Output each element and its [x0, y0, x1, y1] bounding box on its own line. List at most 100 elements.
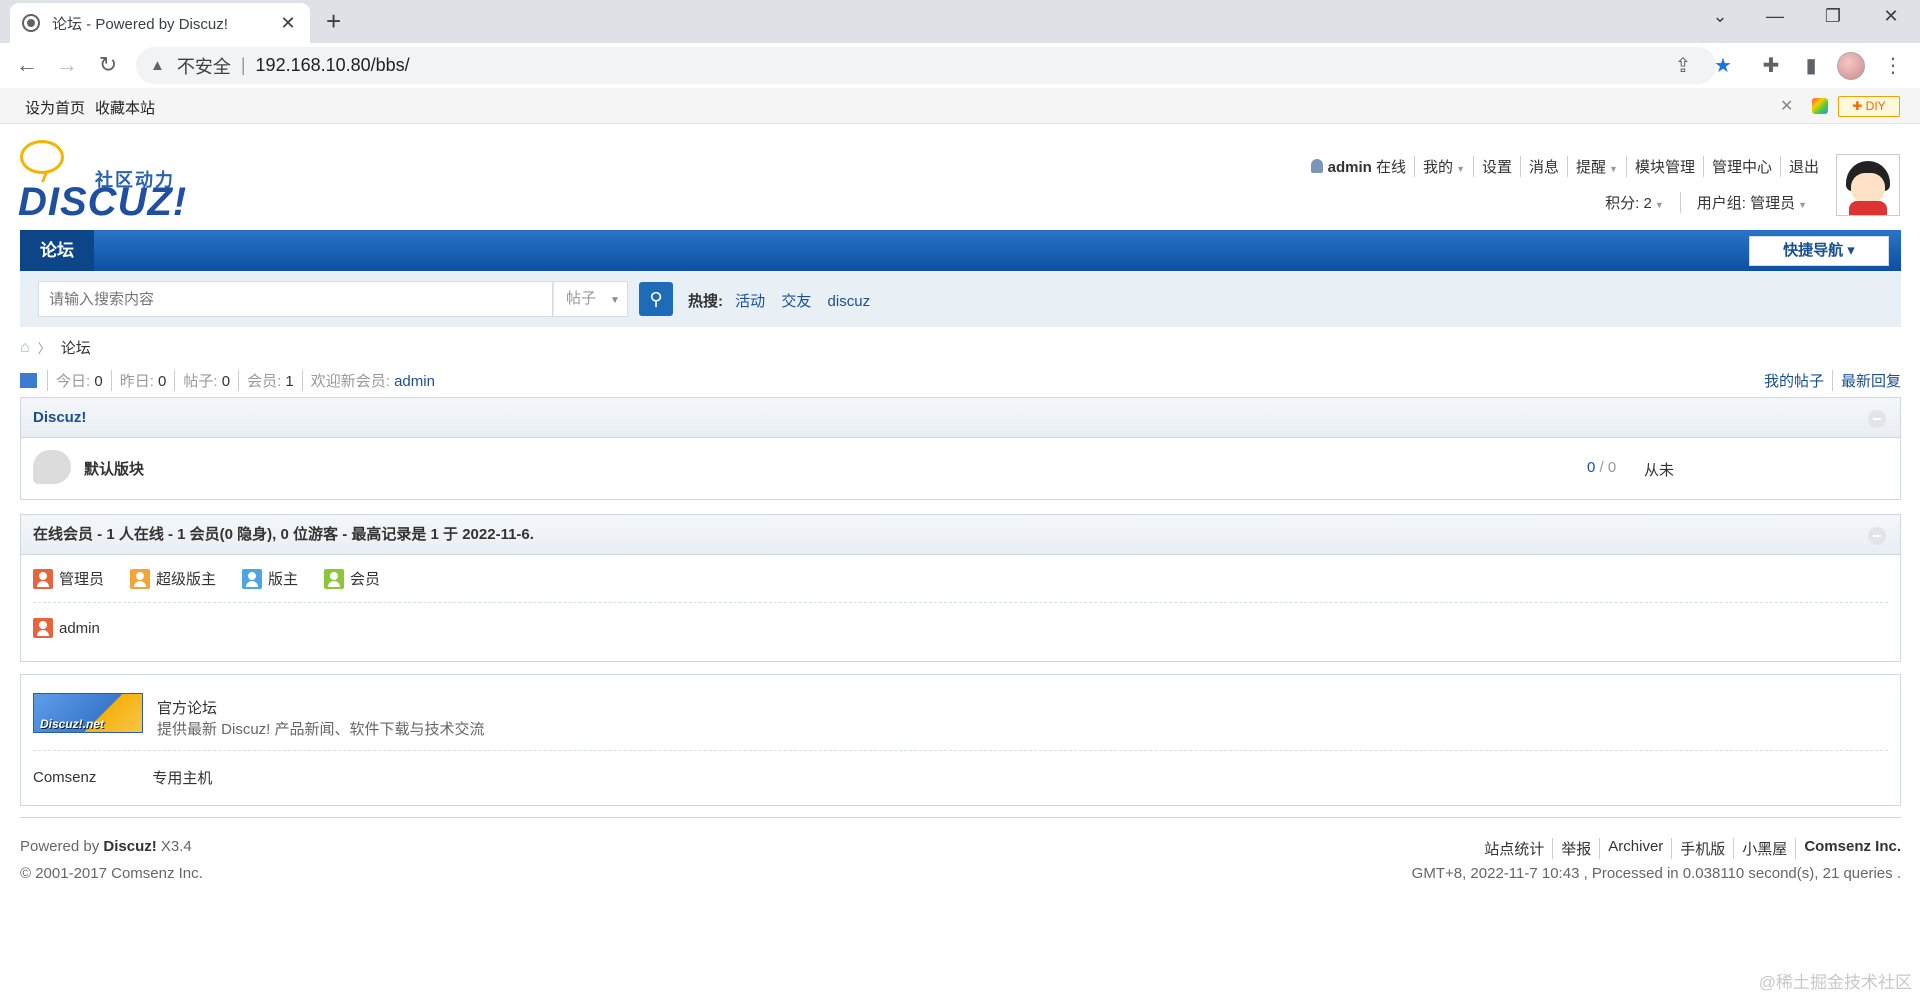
- runtime-info: GMT+8, 2022-11-7 10:43 , Processed in 0.…: [1411, 865, 1901, 882]
- hot-search-item[interactable]: 交友: [781, 293, 811, 310]
- online-title[interactable]: 在线会员 - 1 人在线 - 1 会员(0 隐身), 0 位游客 - 最高记录是…: [33, 526, 534, 543]
- forum-stats: 今日: 0 昨日: 0 帖子: 0 会员: 1 欢迎新会员: admin: [20, 370, 443, 391]
- avatar[interactable]: [1836, 154, 1900, 216]
- close-window-icon[interactable]: ✕: [1871, 6, 1911, 27]
- forum-row: 默认版块 0 / 0 从未: [21, 438, 1900, 498]
- nav-item-forum[interactable]: 论坛: [20, 230, 94, 271]
- back-icon[interactable]: ←: [12, 52, 42, 78]
- online-user-link[interactable]: admin: [59, 620, 100, 637]
- my-menu[interactable]: 我的 ▼: [1414, 156, 1473, 177]
- forum-name[interactable]: 默认版块: [84, 458, 144, 479]
- hot-search: 热搜: 活动 交友 discuz: [688, 290, 882, 311]
- hot-search-item[interactable]: discuz: [828, 293, 871, 310]
- address-bar[interactable]: ▲ 不安全 | 192.168.10.80/bbs/: [136, 47, 1716, 84]
- forum-last-post: 从未: [1644, 462, 1675, 479]
- diy-button[interactable]: ✚ DIY: [1838, 96, 1900, 117]
- admin-center-link[interactable]: 管理中心: [1702, 156, 1780, 177]
- legend-member: 会员: [324, 568, 380, 589]
- block-manage-link[interactable]: 模块管理: [1625, 156, 1703, 177]
- stats-chart-icon: [20, 373, 37, 388]
- messages-link[interactable]: 消息: [1520, 156, 1567, 177]
- chevron-down-icon: ▼: [610, 295, 620, 306]
- top-links-bar: 设为首页 收藏本站: [0, 88, 1920, 124]
- url-text[interactable]: 192.168.10.80/bbs/: [256, 55, 410, 76]
- quick-nav-button[interactable]: 快捷导航 ▾: [1749, 236, 1889, 266]
- reminders-menu[interactable]: 提醒 ▼: [1567, 156, 1626, 177]
- breadcrumb-current[interactable]: 论坛: [61, 337, 91, 358]
- official-forum-link[interactable]: 官方论坛: [157, 697, 217, 718]
- chevron-down-icon: ▼: [1609, 164, 1618, 174]
- home-icon[interactable]: ⌂: [20, 339, 30, 357]
- newest-member-link[interactable]: admin: [394, 373, 435, 390]
- official-forum-desc: 提供最新 Discuz! 产品新闻、软件下载与技术交流: [157, 721, 485, 738]
- report-link[interactable]: 举报: [1552, 838, 1599, 859]
- user-group-menu[interactable]: 用户组: 管理员 ▼: [1679, 192, 1823, 213]
- security-label[interactable]: 不安全: [177, 53, 231, 79]
- user-menu: admin 在线 我的 ▼ 设置 消息 提醒 ▼ 模块管理 管理中心 退出: [1303, 156, 1827, 177]
- category-title[interactable]: Discuz!: [33, 409, 86, 426]
- menu-icon[interactable]: ⋮: [1880, 54, 1906, 78]
- powered-by: Powered by Discuz! X3.4: [20, 838, 192, 855]
- forum-counts: 0 / 0: [1587, 459, 1617, 476]
- footer-links: 站点统计 举报 Archiver 手机版 小黑屋 Comsenz Inc.: [1476, 838, 1901, 859]
- search-type-select[interactable]: 帖子 ▼: [553, 281, 628, 317]
- extensions-icon[interactable]: ✚: [1758, 54, 1784, 78]
- friend-links: Discuz!.net 官方论坛 提供最新 Discuz! 产品新闻、软件下载与…: [20, 674, 1901, 806]
- admin-user-icon: [33, 618, 53, 638]
- tab-strip: 论坛 - Powered by Discuz! ✕ + ⌄ — ❐ ✕: [0, 0, 1920, 43]
- legend-super-moderator: 超级版主: [130, 568, 216, 589]
- profile-avatar[interactable]: [1837, 52, 1865, 80]
- share-icon[interactable]: ⇪: [1670, 54, 1696, 78]
- tab-close-icon[interactable]: ✕: [278, 13, 298, 34]
- stat-members: 会员: 1: [238, 370, 302, 391]
- new-tab-button[interactable]: +: [326, 8, 341, 34]
- site-stats-link[interactable]: 站点统计: [1476, 838, 1552, 859]
- color-style-icon[interactable]: [1812, 98, 1828, 114]
- member-legend: 管理员 超级版主 版主 会员: [33, 555, 1888, 603]
- points-menu[interactable]: 积分: 2 ▼: [1589, 192, 1680, 213]
- browser-tab[interactable]: 论坛 - Powered by Discuz! ✕: [10, 3, 310, 43]
- archiver-link[interactable]: Archiver: [1599, 838, 1671, 859]
- member-user-icon: [324, 568, 345, 589]
- search-button[interactable]: ⚲: [639, 282, 673, 316]
- reload-icon[interactable]: ↻: [93, 52, 123, 78]
- add-favorite-link[interactable]: 收藏本站: [95, 97, 155, 118]
- restore-icon[interactable]: ❐: [1813, 6, 1853, 27]
- text-link[interactable]: 专用主机: [152, 767, 212, 788]
- collapse-toggle-icon[interactable]: [1868, 410, 1886, 428]
- legend-moderator: 版主: [242, 568, 298, 589]
- collapse-icon[interactable]: ✕: [1780, 96, 1793, 116]
- forward-icon[interactable]: →: [52, 52, 82, 78]
- logout-link[interactable]: 退出: [1779, 156, 1827, 177]
- text-link[interactable]: Comsenz: [33, 769, 96, 786]
- online-status: 在线: [1376, 159, 1407, 176]
- search-input[interactable]: [38, 281, 553, 317]
- side-panel-icon[interactable]: ▮: [1798, 54, 1824, 78]
- discuz-net-logo[interactable]: Discuz!.net: [33, 693, 143, 733]
- discuz-link[interactable]: Discuz!: [103, 838, 156, 855]
- blacklist-link[interactable]: 小黑屋: [1733, 838, 1795, 859]
- tab-search-icon[interactable]: ⌄: [1700, 6, 1740, 27]
- chevron-down-icon: ▼: [1456, 164, 1465, 174]
- minimize-icon[interactable]: —: [1755, 6, 1795, 27]
- hot-search-item[interactable]: 活动: [735, 293, 765, 310]
- site-logo[interactable]: DISCUZ!: [18, 180, 187, 224]
- online-members: 在线会员 - 1 人在线 - 1 会员(0 隐身), 0 位游客 - 最高记录是…: [20, 514, 1901, 662]
- settings-link[interactable]: 设置: [1472, 156, 1520, 177]
- warning-icon[interactable]: ▲: [150, 57, 165, 74]
- my-posts-link[interactable]: 我的帖子: [1756, 370, 1832, 391]
- search-icon: ⚲: [649, 289, 663, 309]
- comsenz-link[interactable]: Comsenz Inc.: [1795, 838, 1901, 859]
- watermark: @稀土掘金技术社区: [1758, 973, 1912, 992]
- latest-replies-link[interactable]: 最新回复: [1831, 370, 1901, 391]
- mobile-link[interactable]: 手机版: [1671, 838, 1733, 859]
- collapse-toggle-icon[interactable]: [1868, 527, 1886, 545]
- online-header: 在线会员 - 1 人在线 - 1 会员(0 隐身), 0 位游客 - 最高记录是…: [21, 515, 1900, 555]
- set-home-link[interactable]: 设为首页: [25, 97, 85, 118]
- super-moderator-user-icon: [130, 568, 151, 589]
- bookmark-star-icon[interactable]: ★: [1710, 54, 1736, 78]
- stat-newest-member: 欢迎新会员: admin: [301, 370, 443, 391]
- browser-toolbar: ← → ↻ ▲ 不安全 | 192.168.10.80/bbs/ ⇪ ★ ✚ ▮…: [0, 43, 1920, 88]
- username-link[interactable]: admin: [1328, 159, 1372, 176]
- search-bar: 帖子▼ ⚲ 热搜: 活动 交友 discuz: [20, 271, 1901, 327]
